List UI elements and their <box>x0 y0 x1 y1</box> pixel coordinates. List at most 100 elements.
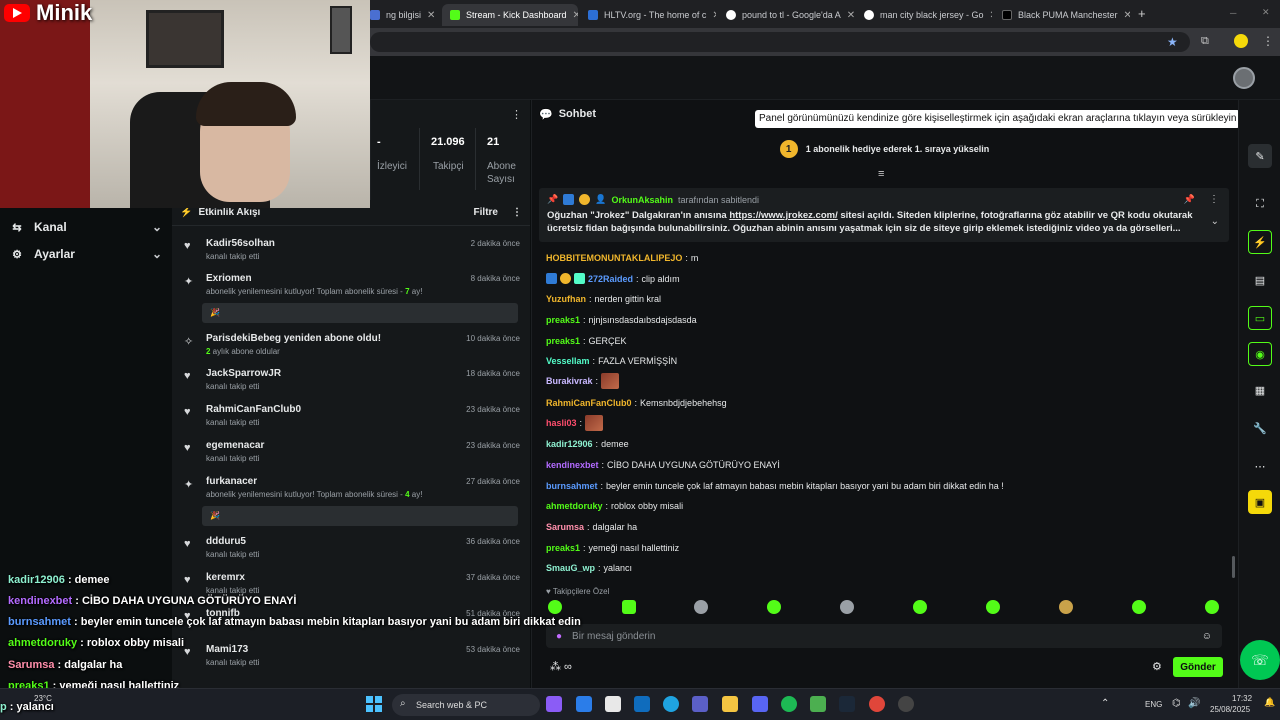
share-icon[interactable]: ⋯ <box>1248 454 1272 478</box>
chat-message: HOBBITEMONUNTAKLALIPEJO: m <box>546 253 699 263</box>
url-field[interactable] <box>370 32 1190 52</box>
edit-pencil-icon[interactable]: ✎ <box>1248 144 1272 168</box>
network-icon[interactable]: ⌬ <box>1172 698 1181 709</box>
volume-icon[interactable]: 🔊 <box>1188 698 1200 709</box>
emote-icon[interactable] <box>840 600 854 614</box>
obs-icon[interactable] <box>898 696 914 712</box>
support-chat-icon[interactable]: ☏ <box>1240 640 1280 680</box>
taskbar-search[interactable]: Search web & PC <box>392 694 540 716</box>
chat-settings-gear-icon[interactable]: ⚙ <box>1152 660 1162 673</box>
edge-icon[interactable] <box>663 696 679 712</box>
emote-icon[interactable] <box>1132 600 1146 614</box>
teams-icon[interactable] <box>692 696 708 712</box>
nav-item-ayarlar[interactable]: ⚙ Ayarlar ⌄ <box>10 247 162 261</box>
app-icon[interactable] <box>546 696 562 712</box>
clock-time[interactable]: 17:32 <box>1232 694 1252 703</box>
discord-icon[interactable] <box>752 696 768 712</box>
stats-menu-icon[interactable]: ⋮ <box>511 108 522 121</box>
close-tab-icon[interactable]: ✕ <box>990 10 992 21</box>
chat-message: Vessellam: FAZLA VERMİŞŞİN <box>546 356 678 366</box>
expand-chevron-icon[interactable]: ⌄ <box>1211 216 1219 227</box>
close-tab-icon[interactable]: ✕ <box>712 10 716 21</box>
emote-icon[interactable] <box>767 600 781 614</box>
new-tab-icon[interactable]: + <box>1138 6 1146 21</box>
message-box: 🎉 <box>202 506 518 526</box>
send-button[interactable]: Gönder <box>1173 657 1223 677</box>
chat-scrollbar[interactable] <box>1232 556 1235 578</box>
spotify-icon[interactable] <box>781 696 797 712</box>
emote-image <box>601 373 620 389</box>
close-tab-icon[interactable]: ✕ <box>847 10 854 21</box>
close-tab-icon[interactable]: ✕ <box>1124 10 1130 21</box>
explorer-icon[interactable] <box>722 696 738 712</box>
close-tab-icon[interactable]: ✕ <box>573 10 578 21</box>
browser-tab[interactable]: man city black jersey - Go✕ <box>856 4 992 26</box>
store-icon[interactable] <box>605 696 621 712</box>
emote-icon[interactable] <box>548 600 562 614</box>
notification-bell-icon[interactable]: 🔔 <box>1264 697 1275 708</box>
emote-icon[interactable] <box>986 600 1000 614</box>
user-icon: 👤 <box>595 194 607 204</box>
emoji-icon[interactable]: ☺ <box>1202 631 1212 642</box>
gear-icon: ⚙ <box>12 248 22 261</box>
browser-tab-active[interactable]: Stream - Kick Dashboard ✕ <box>442 4 578 26</box>
broadcast-icon[interactable]: ◉ <box>1248 342 1272 366</box>
chat-message: burnsahmet: beyler emin tuncele çok laf … <box>546 481 1004 491</box>
tray-chevron-icon[interactable]: ⌃ <box>1101 698 1109 709</box>
extensions-icon[interactable]: ⧉ <box>1201 35 1209 48</box>
chat-input[interactable]: ● Bir mesaj gönderin ☺ <box>546 624 1222 648</box>
unpin-icon[interactable]: 📌 <box>1184 194 1195 205</box>
browser-tab[interactable]: pound to tl - Google'da A ✕ <box>718 4 854 26</box>
channel-name: Minik <box>36 0 93 25</box>
windows-start-icon[interactable] <box>366 696 382 712</box>
gift-leaderboard-banner[interactable]: 1 1 abonelik hediye ederek 1. sıraya yük… <box>531 136 1238 162</box>
layout-icon[interactable]: ▦ <box>1248 378 1272 402</box>
overlay-chat-line: Sarumsa : dalgalar ha <box>8 659 123 671</box>
badge-icon <box>563 194 575 205</box>
wrench-icon[interactable]: 🔧 <box>1248 416 1272 440</box>
feed-filter-button[interactable]: Filtre <box>474 207 498 218</box>
profile-icon[interactable] <box>1234 34 1248 48</box>
browser-tab[interactable]: Black PUMA Manchester ✕ <box>994 4 1130 26</box>
collapse-icon[interactable]: ≡ <box>878 168 884 180</box>
steam-icon[interactable] <box>839 696 855 712</box>
chrome-icon[interactable] <box>869 696 885 712</box>
bolt-tool-icon[interactable]: ⚡ <box>1248 230 1272 254</box>
chevron-down-icon: ⌄ <box>151 220 162 234</box>
nav-item-kanal[interactable]: ⇆ Kanal ⌄ <box>10 220 162 234</box>
feed-menu-icon[interactable]: ⋮ <box>512 207 522 218</box>
heart-icon: ♥ <box>184 646 191 658</box>
clock-date[interactable]: 25/08/2025 <box>1210 705 1250 714</box>
chat-tool-icon[interactable]: ▭ <box>1248 306 1272 330</box>
browser-menu-icon[interactable]: ⋮ <box>1262 34 1274 48</box>
bookmark-star-icon[interactable]: ★ <box>1167 35 1178 49</box>
channel-icon: ⇆ <box>12 221 22 234</box>
chat-tools-icon[interactable]: ⁂ ∞ <box>550 660 572 673</box>
document-icon[interactable]: ▤ <box>1248 268 1272 292</box>
app-icon[interactable] <box>576 696 592 712</box>
language-indicator[interactable]: ENG <box>1145 700 1162 709</box>
minimize-icon[interactable]: ─ <box>1230 8 1236 18</box>
emote-icon[interactable] <box>913 600 927 614</box>
outlook-icon[interactable] <box>634 696 650 712</box>
kick-favicon-icon <box>450 10 460 20</box>
window-close-icon[interactable]: ✕ <box>1262 7 1270 18</box>
emote-icon[interactable] <box>1059 600 1073 614</box>
fullscreen-icon[interactable]: ⛶ <box>1248 192 1272 216</box>
browser-tab[interactable]: HLTV.org - The home of c✕ <box>580 4 716 26</box>
badge-icon <box>546 273 557 284</box>
microphone-icon[interactable]: ● <box>556 631 562 642</box>
browser-tab[interactable]: ng bilgisi ✕ <box>362 4 442 26</box>
emote-icon[interactable] <box>694 600 708 614</box>
pinned-menu-icon[interactable]: ⋮ <box>1209 194 1219 205</box>
heart-icon: ♥ <box>184 240 191 252</box>
wall-painting <box>146 10 224 68</box>
emote-icon[interactable] <box>1205 600 1219 614</box>
minecraft-icon[interactable] <box>810 696 826 712</box>
user-avatar[interactable] <box>1233 67 1255 89</box>
chat-message: preaks1: njnjsınsdasdaıbsdajsdasda <box>546 315 697 325</box>
pinned-link[interactable]: https://www.jrokez.com/ <box>729 210 837 221</box>
emote-icon[interactable] <box>622 600 636 614</box>
close-tab-icon[interactable]: ✕ <box>427 10 435 21</box>
clapper-icon[interactable]: ▣ <box>1248 490 1272 514</box>
